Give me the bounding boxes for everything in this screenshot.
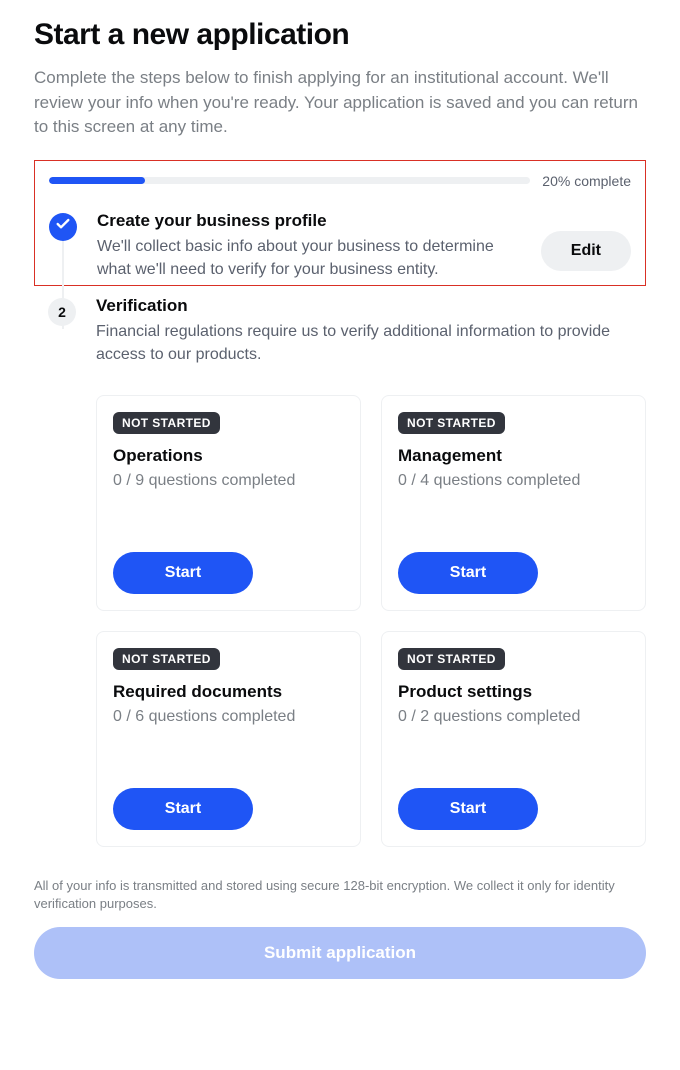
card-progress-text: 0 / 9 questions completed: [113, 472, 344, 532]
start-button[interactable]: Start: [398, 788, 538, 830]
start-button[interactable]: Start: [113, 552, 253, 594]
step-1-title: Create your business profile: [97, 211, 525, 231]
card-required-documents: NOT STARTED Required documents 0 / 6 que…: [96, 631, 361, 847]
edit-button[interactable]: Edit: [541, 231, 631, 271]
progress-bar: [49, 177, 530, 184]
card-operations: NOT STARTED Operations 0 / 9 questions c…: [96, 395, 361, 611]
card-product-settings: NOT STARTED Product settings 0 / 2 quest…: [381, 631, 646, 847]
progress-fill: [49, 177, 145, 184]
status-badge: NOT STARTED: [113, 648, 220, 670]
step-1-marker: [49, 213, 77, 241]
step-2-title: Verification: [96, 296, 646, 316]
step-2-desc: Financial regulations require us to veri…: [96, 320, 646, 366]
page-title: Start a new application: [34, 18, 646, 52]
progress-row: 20% complete: [49, 173, 631, 189]
card-progress-text: 0 / 6 questions completed: [113, 708, 344, 768]
page-subtitle: Complete the steps below to finish apply…: [34, 66, 646, 140]
start-button[interactable]: Start: [398, 552, 538, 594]
step-2: 2 Verification Financial regulations req…: [48, 296, 646, 366]
step-1: Create your business profile We'll colle…: [49, 211, 631, 281]
status-badge: NOT STARTED: [398, 648, 505, 670]
checkmark-icon: [55, 216, 71, 237]
card-title: Product settings: [398, 682, 629, 702]
step-2-marker: 2: [48, 298, 76, 326]
step-1-desc: We'll collect basic info about your busi…: [97, 235, 525, 281]
step1-highlight-box: 20% complete Create your business profil…: [34, 160, 646, 286]
submit-application-button[interactable]: Submit application: [34, 927, 646, 979]
status-badge: NOT STARTED: [113, 412, 220, 434]
card-title: Required documents: [113, 682, 344, 702]
card-progress-text: 0 / 2 questions completed: [398, 708, 629, 768]
encryption-disclaimer: All of your info is transmitted and stor…: [34, 877, 646, 913]
card-management: NOT STARTED Management 0 / 4 questions c…: [381, 395, 646, 611]
start-button[interactable]: Start: [113, 788, 253, 830]
card-title: Operations: [113, 446, 344, 466]
verification-cards-grid: NOT STARTED Operations 0 / 9 questions c…: [96, 395, 646, 847]
progress-label: 20% complete: [542, 173, 631, 189]
status-badge: NOT STARTED: [398, 412, 505, 434]
card-progress-text: 0 / 4 questions completed: [398, 472, 629, 532]
card-title: Management: [398, 446, 629, 466]
